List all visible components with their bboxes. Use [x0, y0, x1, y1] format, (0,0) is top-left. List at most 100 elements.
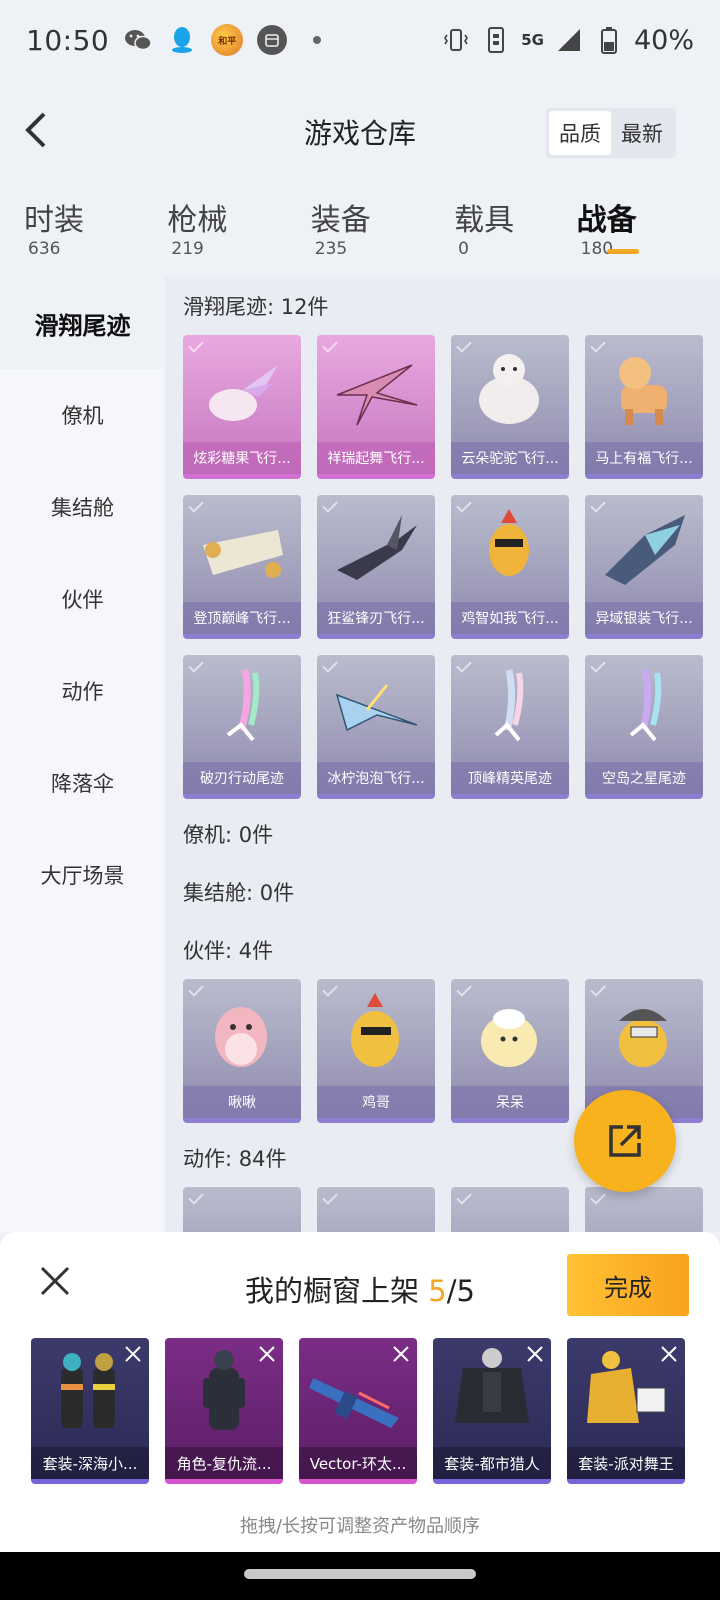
game-app-icon: 和平	[211, 24, 244, 56]
item-card[interactable]: 云朵驼驼飞行...	[451, 335, 569, 479]
tab-label: 战备	[576, 203, 637, 238]
item-name: 顶峰精英尾迹	[451, 762, 569, 794]
side-item-glide-trail[interactable]: 滑翔尾迹	[0, 277, 165, 369]
showcase-item[interactable]: 套装-都市猎人	[433, 1338, 551, 1484]
showcase-separator: /	[446, 1274, 457, 1308]
network-type: 5G	[521, 31, 544, 49]
check-icon	[456, 1189, 472, 1205]
signal-icon	[554, 25, 584, 55]
item-card[interactable]: 异域银装飞行...	[585, 495, 703, 639]
tab-label: 枪械	[167, 203, 228, 238]
item-image	[481, 1009, 537, 1067]
share-button[interactable]	[574, 1090, 676, 1192]
check-icon	[188, 1189, 204, 1205]
sort-by-newest[interactable]: 最新	[611, 111, 673, 155]
glide-trail-grid: 炫彩糖果飞行... 祥瑞起舞飞行... 云朵驼驼飞行... 马上有福飞行... …	[165, 335, 720, 799]
side-item-parachute[interactable]: 降落伞	[0, 737, 165, 829]
status-bar: 10:50 和平 5G 40%	[0, 0, 720, 80]
tab-combat-gear[interactable]: 战备180	[577, 195, 670, 265]
battery-icon	[594, 25, 624, 55]
notification-dot-icon	[313, 36, 322, 44]
showcase-item-name: 角色-复仇流...	[165, 1447, 283, 1479]
item-card[interactable]: 祥瑞起舞飞行...	[317, 335, 435, 479]
item-image	[209, 365, 278, 421]
remove-icon[interactable]	[391, 1344, 411, 1364]
header: 游戏仓库 品质 最新	[0, 90, 720, 170]
remove-icon[interactable]	[257, 1344, 277, 1364]
tab-firearms[interactable]: 枪械219	[167, 195, 260, 265]
remove-icon[interactable]	[659, 1344, 679, 1364]
showcase-item[interactable]: Vector-环太...	[299, 1338, 417, 1484]
showcase-list: 套装-深海小... 角色-复仇流... Vector-环太... 套装-都市猎人…	[31, 1338, 685, 1484]
item-card[interactable]	[317, 1187, 435, 1232]
item-card[interactable]: 鸡智如我飞行...	[451, 495, 569, 639]
share-icon	[609, 1125, 641, 1157]
item-card[interactable]: 顶峰精英尾迹	[451, 655, 569, 799]
item-card[interactable]: 呆呆	[451, 979, 569, 1123]
item-image	[351, 993, 399, 1067]
item-card[interactable]	[451, 1187, 569, 1232]
done-button[interactable]: 完成	[567, 1254, 689, 1316]
item-image	[337, 515, 417, 580]
section-title-rally-pod: 集结舱: 0件	[183, 881, 295, 905]
showcase-item[interactable]: 角色-复仇流...	[165, 1338, 283, 1484]
home-indicator[interactable]	[244, 1569, 476, 1579]
showcase-item[interactable]: 套装-派对舞王	[567, 1338, 685, 1484]
side-item-emote[interactable]: 动作	[0, 645, 165, 737]
tab-vehicles[interactable]: 载具0	[454, 195, 526, 265]
item-name: 云朵驼驼飞行...	[451, 442, 569, 474]
remove-icon[interactable]	[123, 1344, 143, 1364]
showcase-title-label: 我的橱窗上架	[245, 1274, 429, 1308]
item-name: 冰柠泡泡飞行...	[317, 762, 435, 794]
side-item-lobby-scene[interactable]: 大厅场景	[0, 829, 165, 921]
item-name: 祥瑞起舞飞行...	[317, 442, 435, 474]
showcase-current-count: 5	[428, 1274, 447, 1308]
item-card[interactable]: 狂鲨锋刃飞行...	[317, 495, 435, 639]
item-card[interactable]: 啾啾	[183, 979, 301, 1123]
category-tabs: 时装636 枪械219 装备235 载具0 战备180	[0, 195, 720, 265]
tab-count: 636	[28, 239, 61, 259]
item-card[interactable]	[183, 1187, 301, 1232]
item-name: 破刃行动尾迹	[183, 762, 301, 794]
item-image	[479, 354, 539, 424]
item-name: 狂鲨锋刃飞行...	[317, 602, 435, 634]
item-image	[629, 669, 662, 742]
item-card[interactable]: 登顶巅峰飞行...	[183, 495, 301, 639]
wechat-icon	[123, 25, 153, 55]
sort-by-quality[interactable]: 品质	[549, 111, 611, 155]
item-image	[619, 357, 667, 425]
item-name: 啾啾	[183, 1086, 301, 1118]
section-title-wingman: 僚机: 0件	[183, 823, 274, 847]
qq-icon	[167, 25, 197, 55]
showcase-item-name: 套装-深海小...	[31, 1447, 149, 1479]
item-image	[215, 1007, 267, 1067]
item-card[interactable]: 炫彩糖果飞行...	[183, 335, 301, 479]
item-name: 登顶巅峰飞行...	[183, 602, 301, 634]
item-card[interactable]: 马上有福飞行...	[585, 335, 703, 479]
item-image	[494, 669, 524, 742]
item-name: 鸡哥	[317, 1086, 435, 1118]
item-card[interactable]: 破刃行动尾迹	[183, 655, 301, 799]
side-item-partner[interactable]: 伙伴	[0, 553, 165, 645]
showcase-item-name: 套装-都市猎人	[433, 1447, 551, 1479]
tab-equipment[interactable]: 装备235	[311, 195, 404, 265]
item-image	[335, 684, 418, 732]
item-card[interactable]	[585, 1187, 703, 1232]
item-card[interactable]: 空岛之星尾迹	[585, 655, 703, 799]
side-item-wingman[interactable]: 僚机	[0, 369, 165, 461]
side-item-rally-pod[interactable]: 集结舱	[0, 461, 165, 553]
sort-toggle: 品质 最新	[546, 108, 676, 158]
item-card[interactable]: 冰柠泡泡飞行...	[317, 655, 435, 799]
remove-icon[interactable]	[525, 1344, 545, 1364]
showcase-sheet: 我的橱窗上架 5/5 完成 套装-深海小... 角色-复仇流... Vector…	[0, 1232, 720, 1552]
tab-label: 装备	[310, 203, 371, 238]
item-name: 马上有福飞行...	[585, 442, 703, 474]
item-image	[336, 364, 418, 426]
showcase-item-name: Vector-环太...	[299, 1447, 417, 1479]
sim-icon	[481, 25, 511, 55]
item-list[interactable]: 滑翔尾迹: 12件 炫彩糖果飞行... 祥瑞起舞飞行... 云朵驼驼飞行... …	[165, 277, 720, 1232]
calendar-icon	[257, 25, 288, 55]
tab-fashion[interactable]: 时装636	[24, 195, 117, 265]
showcase-item[interactable]: 套装-深海小...	[31, 1338, 149, 1484]
item-card[interactable]: 鸡哥	[317, 979, 435, 1123]
